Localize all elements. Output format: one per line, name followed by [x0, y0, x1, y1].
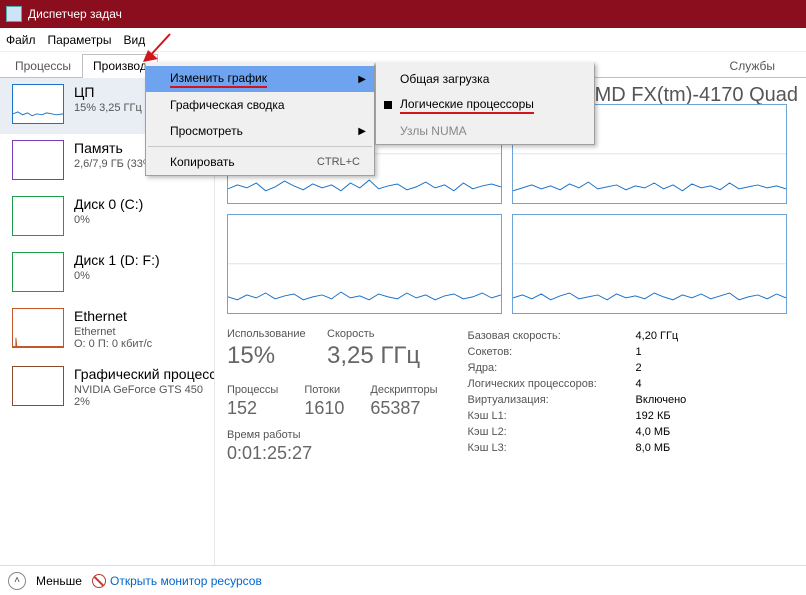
- ctx-copy[interactable]: Копировать CTRL+C: [146, 149, 374, 175]
- usage-value: 15%: [227, 342, 313, 370]
- titlebar: Диспетчер задач: [0, 0, 806, 28]
- ethernet-thumb: [12, 308, 64, 348]
- speed-value: 3,25 ГГц: [327, 342, 420, 370]
- kv-l3-v: 8,0 МБ: [636, 440, 671, 456]
- ctx-copy-label: Копировать: [170, 155, 235, 169]
- ctx-summary[interactable]: Графическая сводка: [146, 92, 374, 118]
- uptime-label: Время работы: [227, 429, 438, 441]
- ctx-change-graph[interactable]: Изменить график ▶: [146, 66, 374, 92]
- sidebar-ethernet-sub2: О: 0 П: 0 кбит/с: [74, 338, 152, 350]
- menu-options[interactable]: Параметры: [48, 33, 112, 47]
- chevron-right-icon: ▶: [358, 126, 366, 137]
- ctx-change-graph-label: Изменить график: [170, 71, 267, 88]
- open-resource-monitor-link[interactable]: Открыть монитор ресурсов: [92, 574, 262, 588]
- app-icon: [6, 6, 22, 22]
- sidebar-memory-sub: 2,6/7,9 ГБ (33%): [74, 158, 156, 170]
- statusbar: ˄ Меньше Открыть монитор ресурсов: [0, 565, 806, 595]
- menubar: Файл Параметры Вид: [0, 28, 806, 52]
- kv-sockets-k: Сокетов:: [468, 344, 636, 360]
- ctx-logical-processors[interactable]: Логические процессоры: [376, 92, 594, 118]
- sidebar-disk0-sub: 0%: [74, 214, 143, 226]
- content: ЦП 15% 3,25 ГГц Память 2,6/7,9 ГБ (33%) …: [0, 78, 806, 565]
- handles-label: Дескрипторы: [370, 384, 437, 396]
- disk1-thumb: [12, 252, 64, 292]
- threads-label: Потоки: [304, 384, 344, 396]
- sidebar-ethernet-name: Ethernet: [74, 308, 152, 324]
- sidebar-item-gpu[interactable]: Графический процессор 0 NVIDIA GeForce G…: [0, 360, 214, 418]
- tab-processes[interactable]: Процессы: [4, 54, 82, 78]
- menu-file[interactable]: Файл: [6, 33, 36, 47]
- kv-cores-k: Ядра:: [468, 360, 636, 376]
- ctx-numa: Узлы NUMA: [376, 118, 594, 144]
- ctx-copy-hotkey: CTRL+C: [317, 156, 360, 168]
- sidebar-item-disk1[interactable]: Диск 1 (D: F:) 0%: [0, 246, 214, 302]
- ctx-logical-label: Логические процессоры: [400, 97, 534, 114]
- sidebar-cpu-sub: 15% 3,25 ГГц: [74, 102, 142, 114]
- sidebar-disk1-name: Диск 1 (D: F:): [74, 252, 160, 268]
- sidebar-item-disk0[interactable]: Диск 0 (C:) 0%: [0, 190, 214, 246]
- sidebar-gpu-name: Графический процессор 0: [74, 366, 215, 382]
- cpu-chart-2: [227, 214, 502, 314]
- sidebar-cpu-name: ЦП: [74, 84, 142, 100]
- kv-lp-k: Логических процессоров:: [468, 376, 636, 392]
- ctx-summary-label: Графическая сводка: [170, 98, 285, 112]
- kv-sockets-v: 1: [636, 344, 642, 360]
- sidebar-item-ethernet[interactable]: Ethernet Ethernet О: 0 П: 0 кбит/с: [0, 302, 214, 360]
- uptime-value: 0:01:25:27: [227, 443, 438, 464]
- fewer-details-button[interactable]: Меньше: [36, 574, 82, 588]
- chevron-up-icon[interactable]: ˄: [8, 572, 26, 590]
- sidebar-disk0-name: Диск 0 (C:): [74, 196, 143, 212]
- cpu-info-table: Базовая скорость:4,20 ГГц Сокетов:1 Ядра…: [468, 328, 687, 464]
- chevron-right-icon: ▶: [358, 74, 366, 85]
- usage-label: Использование: [227, 328, 313, 340]
- ctx-overall-label: Общая загрузка: [400, 72, 489, 86]
- threads-value: 1610: [304, 398, 344, 419]
- context-menu-view: Изменить график ▶ Графическая сводка Про…: [145, 62, 375, 176]
- processes-value: 152: [227, 398, 278, 419]
- memory-thumb: [12, 140, 64, 180]
- ctx-view-label: Просмотреть: [170, 124, 243, 138]
- cpu-thumb: [12, 84, 64, 124]
- handles-value: 65387: [370, 398, 437, 419]
- gpu-thumb: [12, 366, 64, 406]
- kv-lp-v: 4: [636, 376, 642, 392]
- kv-cores-v: 2: [636, 360, 642, 376]
- cpu-chart-3: [512, 214, 787, 314]
- bullet-icon: [384, 101, 392, 109]
- kv-l2-k: Кэш L2:: [468, 424, 636, 440]
- disk0-thumb: [12, 196, 64, 236]
- kv-l3-k: Кэш L3:: [468, 440, 636, 456]
- sidebar-gpu-sub1: NVIDIA GeForce GTS 450: [74, 384, 215, 396]
- speed-label: Скорость: [327, 328, 420, 340]
- sidebar-memory-name: Память: [74, 140, 156, 156]
- ctx-numa-label: Узлы NUMA: [400, 124, 467, 138]
- kv-base-k: Базовая скорость:: [468, 328, 636, 344]
- kv-l1-v: 192 КБ: [636, 408, 671, 424]
- ctx-view[interactable]: Просмотреть ▶: [146, 118, 374, 144]
- sidebar-ethernet-sub1: Ethernet: [74, 326, 152, 338]
- sidebar-disk1-sub: 0%: [74, 270, 160, 282]
- kv-l2-v: 4,0 МБ: [636, 424, 671, 440]
- open-resource-monitor-label: Открыть монитор ресурсов: [110, 574, 262, 588]
- kv-virt-v: Включено: [636, 392, 687, 408]
- context-submenu-change-graph: Общая загрузка Логические процессоры Узл…: [375, 62, 595, 145]
- kv-base-v: 4,20 ГГц: [636, 328, 679, 344]
- window-title: Диспетчер задач: [28, 7, 122, 21]
- ctx-overall[interactable]: Общая загрузка: [376, 66, 594, 92]
- sidebar-gpu-sub2: 2%: [74, 396, 215, 408]
- processes-label: Процессы: [227, 384, 278, 396]
- tab-services[interactable]: Службы: [719, 54, 786, 78]
- kv-l1-k: Кэш L1:: [468, 408, 636, 424]
- resource-monitor-icon: [92, 574, 106, 588]
- kv-virt-k: Виртуализация:: [468, 392, 636, 408]
